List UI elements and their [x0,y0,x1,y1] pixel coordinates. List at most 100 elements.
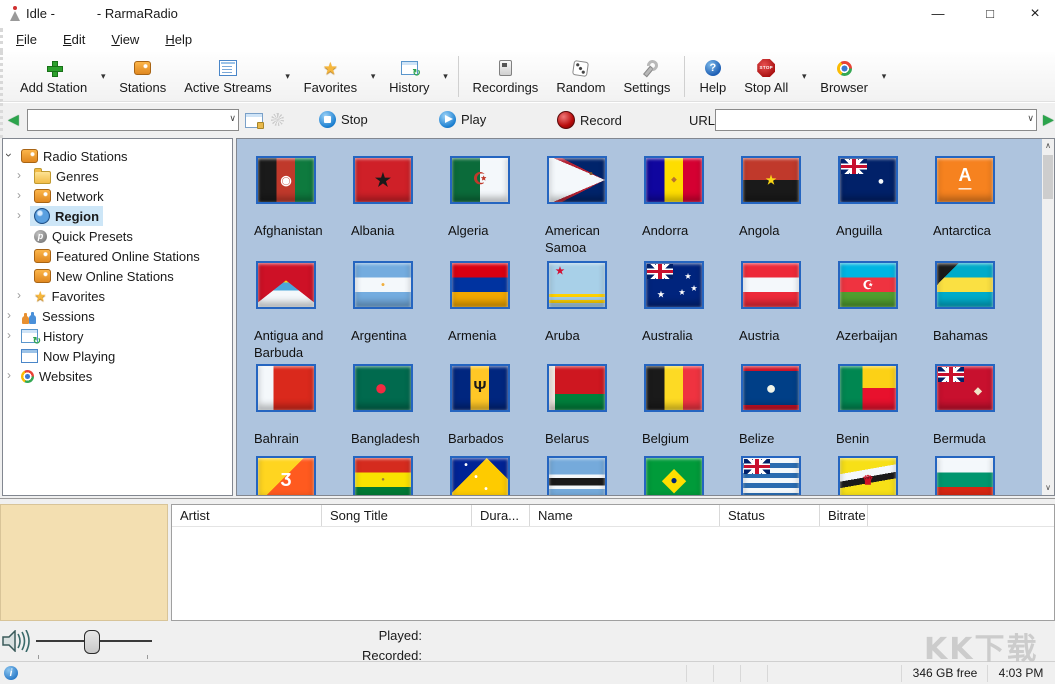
history-icon [401,61,418,75]
toolbar-arrow-add-station[interactable]: ▾ [96,52,110,101]
flag-emblem: ★ [375,171,391,189]
country-label: Bahamas [933,327,1027,344]
maximize-button[interactable]: □ [974,3,1006,25]
column-header-artist[interactable]: Artist [172,505,322,526]
flag-grid-scrollbar[interactable]: ∧ ∨ [1042,139,1054,495]
toolbar-button-settings[interactable]: Settings [614,52,679,101]
column-header-status[interactable]: Status [720,505,820,526]
tree-item-region[interactable]: ›Region [3,206,232,226]
tree-item-radio-stations[interactable]: › Radio Stations [3,146,232,166]
column-header-song-title[interactable]: Song Title [322,505,472,526]
tree-item-websites[interactable]: ›Websites [3,366,232,386]
toolbar-button-history[interactable]: History [380,52,438,101]
union-jack-icon [938,367,964,382]
tree-item-sessions[interactable]: ›Sessions [3,306,232,326]
url-combo-input[interactable] [718,111,1022,129]
chrome-icon [837,61,852,76]
wrench-icon [639,60,655,76]
toolbar-button-random[interactable]: Random [547,52,614,101]
flag-emblem: ◉ [280,174,291,187]
stop-button[interactable]: Stop [319,111,368,128]
tree-item-genres[interactable]: ›Genres [3,166,232,186]
toolbar-button-add-station[interactable]: Add Station [11,52,96,101]
people-icon [21,309,37,324]
tree-item-label: Radio Stations [43,149,128,164]
toolbar-arrow-browser[interactable]: ▾ [877,52,891,101]
toolbar-arrow-stop-all[interactable]: ▾ [797,52,811,101]
toolbar-button-stations[interactable]: Stations [110,52,175,101]
toolbar-button-active-streams[interactable]: Active Streams [175,52,280,101]
toolbar-separator [458,56,459,97]
collapse-chevron-icon[interactable]: › [2,153,16,157]
flag-barbados-icon: Ψ [450,364,510,412]
url-combo-arrow-icon[interactable]: ∨ [1027,113,1034,124]
expand-chevron-icon[interactable]: › [17,208,21,222]
country-label: Bahrain [254,430,348,447]
toolbar-button-stop-all[interactable]: STOPStop All [735,52,797,101]
toolbar-arrow-favorites[interactable]: ▾ [366,52,380,101]
record-icon [557,111,575,129]
station-combo-input[interactable] [30,111,224,129]
menu-view[interactable]: View [98,28,152,52]
tree-item-network[interactable]: ›Network [3,186,232,206]
window-title: Idle -- RarmaRadio [26,6,178,21]
tree-item-label: New Online Stations [56,269,174,284]
scroll-up-icon[interactable]: ∧ [1042,139,1054,153]
equalizer-button[interactable] [271,113,284,126]
menu-edit[interactable]: Edit [50,28,98,52]
expand-chevron-icon[interactable]: › [7,368,11,382]
speaker-icon[interactable] [2,630,32,652]
tree-item-history[interactable]: ›History [3,326,232,346]
toolbar-label: Help [699,80,726,95]
expand-chevron-icon[interactable]: › [17,188,21,202]
toolbar-button-browser[interactable]: Browser [811,52,877,101]
station-combo-arrow-icon[interactable]: ∨ [229,113,236,124]
minimize-button[interactable]: — [922,3,954,25]
tree-item-now-playing[interactable]: Now Playing [3,346,232,366]
menu-help[interactable]: Help [152,28,205,52]
column-header-bitrate[interactable]: Bitrate [820,505,868,526]
main-toolbar: Add Station▾StationsActive Streams▾★Favo… [0,52,1055,102]
tree-item-quick-presets[interactable]: pQuick Presets [3,226,232,246]
help-icon: ? [705,60,721,76]
country-label: Angola [739,222,833,239]
history-icon [21,329,38,343]
back-button[interactable]: ◀ [8,112,19,126]
info-icon[interactable]: i [4,666,18,680]
tree-item-featured-online-stations[interactable]: Featured Online Stations [3,246,232,266]
expand-chevron-icon[interactable]: › [17,288,21,302]
radio-icon [34,189,51,203]
close-button[interactable]: × [1019,3,1051,25]
record-button[interactable]: Record [557,111,622,129]
toolbar-arrow-history[interactable]: ▾ [439,52,453,101]
expand-chevron-icon[interactable]: › [7,328,11,342]
expand-chevron-icon[interactable]: › [7,308,11,322]
flag-emblem: ★ [657,291,664,299]
stopall-icon: STOP [757,59,775,77]
column-header-name[interactable]: Name [530,505,720,526]
radio-icon [134,61,151,75]
toolbar-button-recordings[interactable]: Recordings [464,52,548,101]
flag-emblem: Ψ [474,380,487,396]
flag-emblem: ● [374,377,387,399]
play-button[interactable]: Play [439,111,486,128]
toolbar-button-favorites[interactable]: ★Favorites [295,52,366,101]
tree-item-label: Favorites [52,289,105,304]
toolbar-arrow-active-streams[interactable]: ▾ [281,52,295,101]
country-label: Antigua and Barbuda [254,327,348,361]
station-combobox[interactable]: ∨ [27,109,239,131]
url-combobox[interactable]: ∨ [715,109,1037,131]
menu-file[interactable]: File [3,28,50,52]
tree-item-new-online-stations[interactable]: New Online Stations [3,266,232,286]
navigation-tree: › Radio Stations ›Genres›Network›RegionpQu… [2,138,233,496]
union-jack-icon [647,264,673,279]
scroll-down-icon[interactable]: ∨ [1042,481,1054,495]
go-button[interactable]: ▶ [1043,112,1054,126]
toolbar-button-help[interactable]: ? Help [690,52,735,101]
column-header-dura[interactable]: Dura... [472,505,530,526]
scrollbar-thumb[interactable] [1043,155,1053,199]
station-details-button[interactable] [245,113,263,128]
volume-slider-thumb[interactable] [84,630,100,654]
tree-item-favorites[interactable]: ›★Favorites [3,286,232,306]
expand-chevron-icon[interactable]: › [17,168,21,182]
